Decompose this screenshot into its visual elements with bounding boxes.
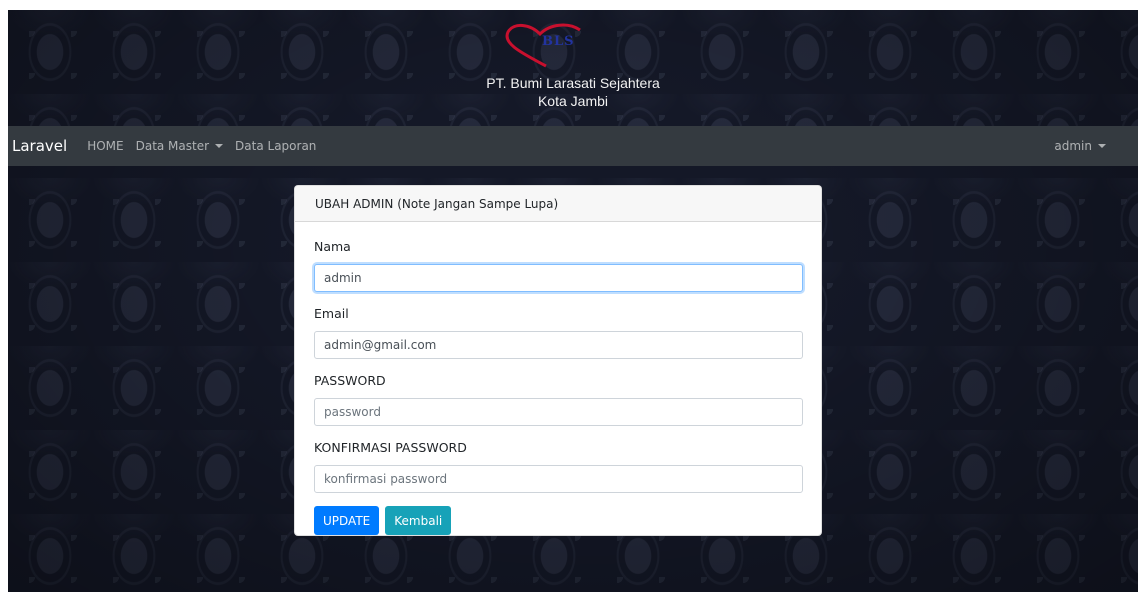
nama-input[interactable] (314, 264, 803, 292)
logo-text: BLS (542, 34, 575, 49)
password-input[interactable] (314, 398, 803, 426)
confirm-password-input[interactable] (314, 465, 803, 493)
form-actions: UPDATE Kembali (314, 506, 801, 535)
top-navbar: Laravel HOME Data Master Data Laporan ad… (8, 126, 1138, 166)
user-menu-label: admin (1054, 139, 1092, 153)
nav-data-master-label: Data Master (135, 139, 210, 153)
navbar-brand[interactable]: Laravel (12, 137, 67, 155)
company-city: Kota Jambi (537, 93, 609, 109)
back-button[interactable]: Kembali (385, 506, 452, 535)
edit-admin-card: UBAH ADMIN (Note Jangan Sampe Lupa) Nama… (294, 185, 822, 536)
edit-admin-form: Nama Email PASSWORD KONFIRMASI PASSWORD … (295, 222, 821, 535)
update-button[interactable]: UPDATE (314, 506, 380, 535)
caret-down-icon (215, 144, 224, 148)
header-banner: BLS PT. Bumi Larasati Sejahtera Kota Jam… (8, 10, 1138, 126)
user-menu-dropdown[interactable]: admin (1054, 139, 1106, 153)
confirm-password-label: KONFIRMASI PASSWORD (314, 440, 467, 455)
caret-down-icon (1098, 144, 1106, 148)
nav-home[interactable]: HOME (87, 139, 123, 153)
nav-data-laporan-label: Data Laporan (235, 139, 317, 153)
company-name: PT. Bumi Larasati Sejahtera (486, 75, 660, 91)
nama-label: Nama (314, 239, 351, 254)
email-input[interactable] (314, 331, 803, 359)
nav-data-laporan[interactable]: Data Laporan (235, 139, 316, 153)
nav-home-label: HOME (87, 139, 124, 153)
nav-data-master-dropdown[interactable]: Data Master (135, 139, 224, 153)
card-title: UBAH ADMIN (Note Jangan Sampe Lupa) (295, 186, 821, 222)
email-label: Email (314, 306, 349, 321)
password-label: PASSWORD (314, 373, 386, 388)
page-background: BLS PT. Bumi Larasati Sejahtera Kota Jam… (8, 10, 1138, 592)
